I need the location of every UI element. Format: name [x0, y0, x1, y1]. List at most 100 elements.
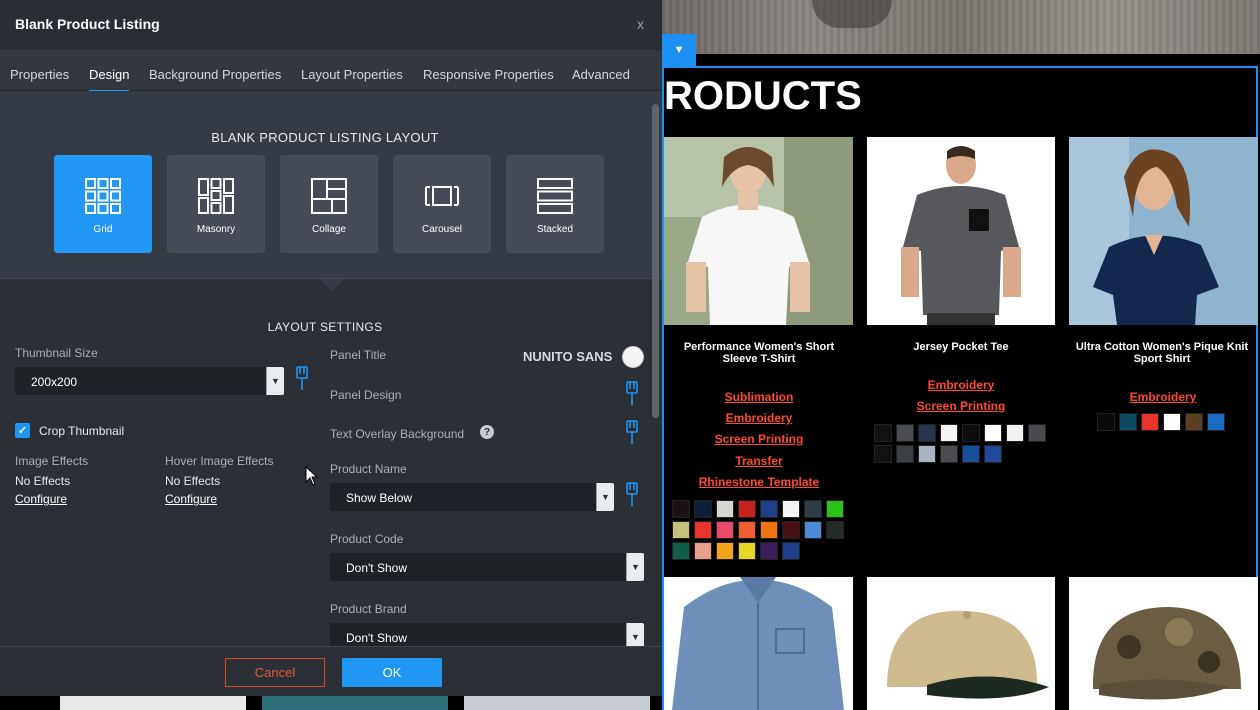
color-swatch[interactable] [694, 542, 712, 560]
layout-option-stacked[interactable]: Stacked [506, 155, 604, 253]
color-swatch[interactable] [1028, 424, 1046, 442]
tab-advanced[interactable]: Advanced [572, 67, 630, 82]
color-swatch[interactable] [760, 500, 778, 518]
color-swatch[interactable] [962, 445, 980, 463]
color-swatch[interactable] [874, 445, 892, 463]
layout-heading: BLANK PRODUCT LISTING LAYOUT [211, 130, 439, 145]
layout-option-carousel[interactable]: Carousel [393, 155, 491, 253]
paintbrush-icon[interactable] [625, 482, 639, 508]
color-swatch[interactable] [1163, 413, 1181, 431]
color-swatch[interactable] [826, 500, 844, 518]
service-link[interactable]: Embroidery [674, 411, 844, 425]
color-swatch[interactable] [672, 542, 690, 560]
paintbrush-icon[interactable] [295, 366, 309, 392]
color-swatch[interactable] [984, 445, 1002, 463]
color-swatch[interactable] [694, 521, 712, 539]
service-link[interactable]: Embroidery [877, 378, 1045, 392]
image-effects-configure-link[interactable]: Configure [15, 492, 67, 506]
layout-option-masonry[interactable]: Masonry [167, 155, 265, 253]
service-link[interactable]: Sublimation [674, 390, 844, 404]
color-swatches [672, 500, 844, 560]
service-link[interactable]: Embroidery [1069, 390, 1257, 404]
color-swatch[interactable] [1141, 413, 1159, 431]
color-swatch[interactable] [874, 424, 892, 442]
color-swatch[interactable] [896, 424, 914, 442]
color-swatch[interactable] [1097, 413, 1115, 431]
color-swatch[interactable] [826, 521, 844, 539]
tan-cap-photo [867, 577, 1055, 710]
crop-thumbnail-checkbox[interactable]: ✓ [15, 423, 30, 438]
color-swatch[interactable] [962, 424, 980, 442]
chevron-down-icon[interactable]: ▼ [596, 483, 614, 511]
service-link[interactable]: Rhinestone Template [674, 475, 844, 489]
color-swatch[interactable] [716, 521, 734, 539]
tab-layout-properties[interactable]: Layout Properties [301, 67, 403, 82]
color-swatch[interactable] [896, 445, 914, 463]
product-image-camo-cap[interactable] [1069, 577, 1258, 710]
color-swatch[interactable] [672, 521, 690, 539]
panel-title-font[interactable]: NUNITO SANS [523, 349, 612, 364]
product-image-denim-shirt[interactable] [664, 577, 853, 710]
color-swatch[interactable] [940, 424, 958, 442]
color-swatch[interactable] [716, 542, 734, 560]
color-swatch[interactable] [918, 424, 936, 442]
color-swatch[interactable] [760, 542, 778, 560]
tab-properties[interactable]: Properties [10, 67, 69, 82]
color-swatch[interactable] [782, 542, 800, 560]
tab-background-properties[interactable]: Background Properties [149, 67, 281, 82]
tab-responsive-properties[interactable]: Responsive Properties [423, 67, 554, 82]
color-swatch[interactable] [984, 424, 1002, 442]
product-name: Performance Women's Short Sleeve T-Shirt [683, 341, 835, 365]
select-value: Don't Show [346, 631, 407, 645]
color-swatch[interactable] [804, 521, 822, 539]
product-image-ultra-cotton-polo[interactable] [1069, 137, 1258, 325]
masonry-icon [198, 178, 234, 214]
layout-option-label: Collage [312, 224, 346, 235]
service-link[interactable]: Screen Printing [674, 432, 844, 446]
color-swatch[interactable] [782, 500, 800, 518]
color-swatch[interactable] [738, 542, 756, 560]
color-swatch[interactable] [760, 521, 778, 539]
ok-button[interactable]: OK [342, 658, 442, 687]
chevron-down-icon[interactable]: ▼ [626, 553, 644, 581]
tab-design[interactable]: Design [89, 67, 130, 92]
paintbrush-icon[interactable] [625, 420, 639, 446]
dialog-scrollbar[interactable] [652, 104, 659, 418]
layout-option-grid[interactable]: Grid [54, 155, 152, 253]
color-swatch[interactable] [918, 445, 936, 463]
carousel-icon [425, 186, 459, 206]
product-image-jersey-pocket-tee[interactable] [867, 137, 1055, 325]
color-swatch[interactable] [1119, 413, 1137, 431]
crop-thumbnail-label: Crop Thumbnail [39, 424, 125, 438]
color-swatch[interactable] [738, 500, 756, 518]
chevron-down-icon[interactable]: ▼ [266, 367, 284, 395]
service-link[interactable]: Transfer [674, 454, 844, 468]
color-swatch[interactable] [1006, 424, 1024, 442]
color-swatch[interactable] [738, 521, 756, 539]
product-code-select[interactable]: Don't Show ▼ [330, 553, 644, 581]
hover-image-effects-label: Hover Image Effects [165, 454, 274, 468]
service-link[interactable]: Screen Printing [877, 399, 1045, 413]
color-swatch[interactable] [716, 500, 734, 518]
section-toolbar-chevron-icon[interactable]: ▼ [662, 34, 696, 66]
color-swatch[interactable] [804, 500, 822, 518]
close-icon[interactable]: x [637, 16, 644, 32]
color-swatch[interactable] [782, 521, 800, 539]
cancel-button[interactable]: Cancel [225, 658, 325, 687]
product-name-select[interactable]: Show Below ▼ [330, 483, 614, 511]
background-thumbnail [60, 696, 246, 710]
hover-image-effects-configure-link[interactable]: Configure [165, 492, 217, 506]
product-image-twill-cap[interactable] [867, 577, 1055, 710]
panel-title-color-picker[interactable] [622, 346, 644, 368]
layout-option-collage[interactable]: Collage [280, 155, 378, 253]
paintbrush-icon[interactable] [625, 381, 639, 407]
color-swatch[interactable] [1185, 413, 1203, 431]
color-swatch[interactable] [940, 445, 958, 463]
thumbnail-size-select[interactable]: 200x200 ▼ [15, 367, 284, 395]
product-image-performance-tee[interactable] [664, 137, 853, 325]
help-icon[interactable]: ? [480, 425, 494, 439]
color-swatch[interactable] [694, 500, 712, 518]
layout-option-label: Carousel [421, 224, 463, 235]
color-swatch[interactable] [672, 500, 690, 518]
color-swatch[interactable] [1207, 413, 1225, 431]
